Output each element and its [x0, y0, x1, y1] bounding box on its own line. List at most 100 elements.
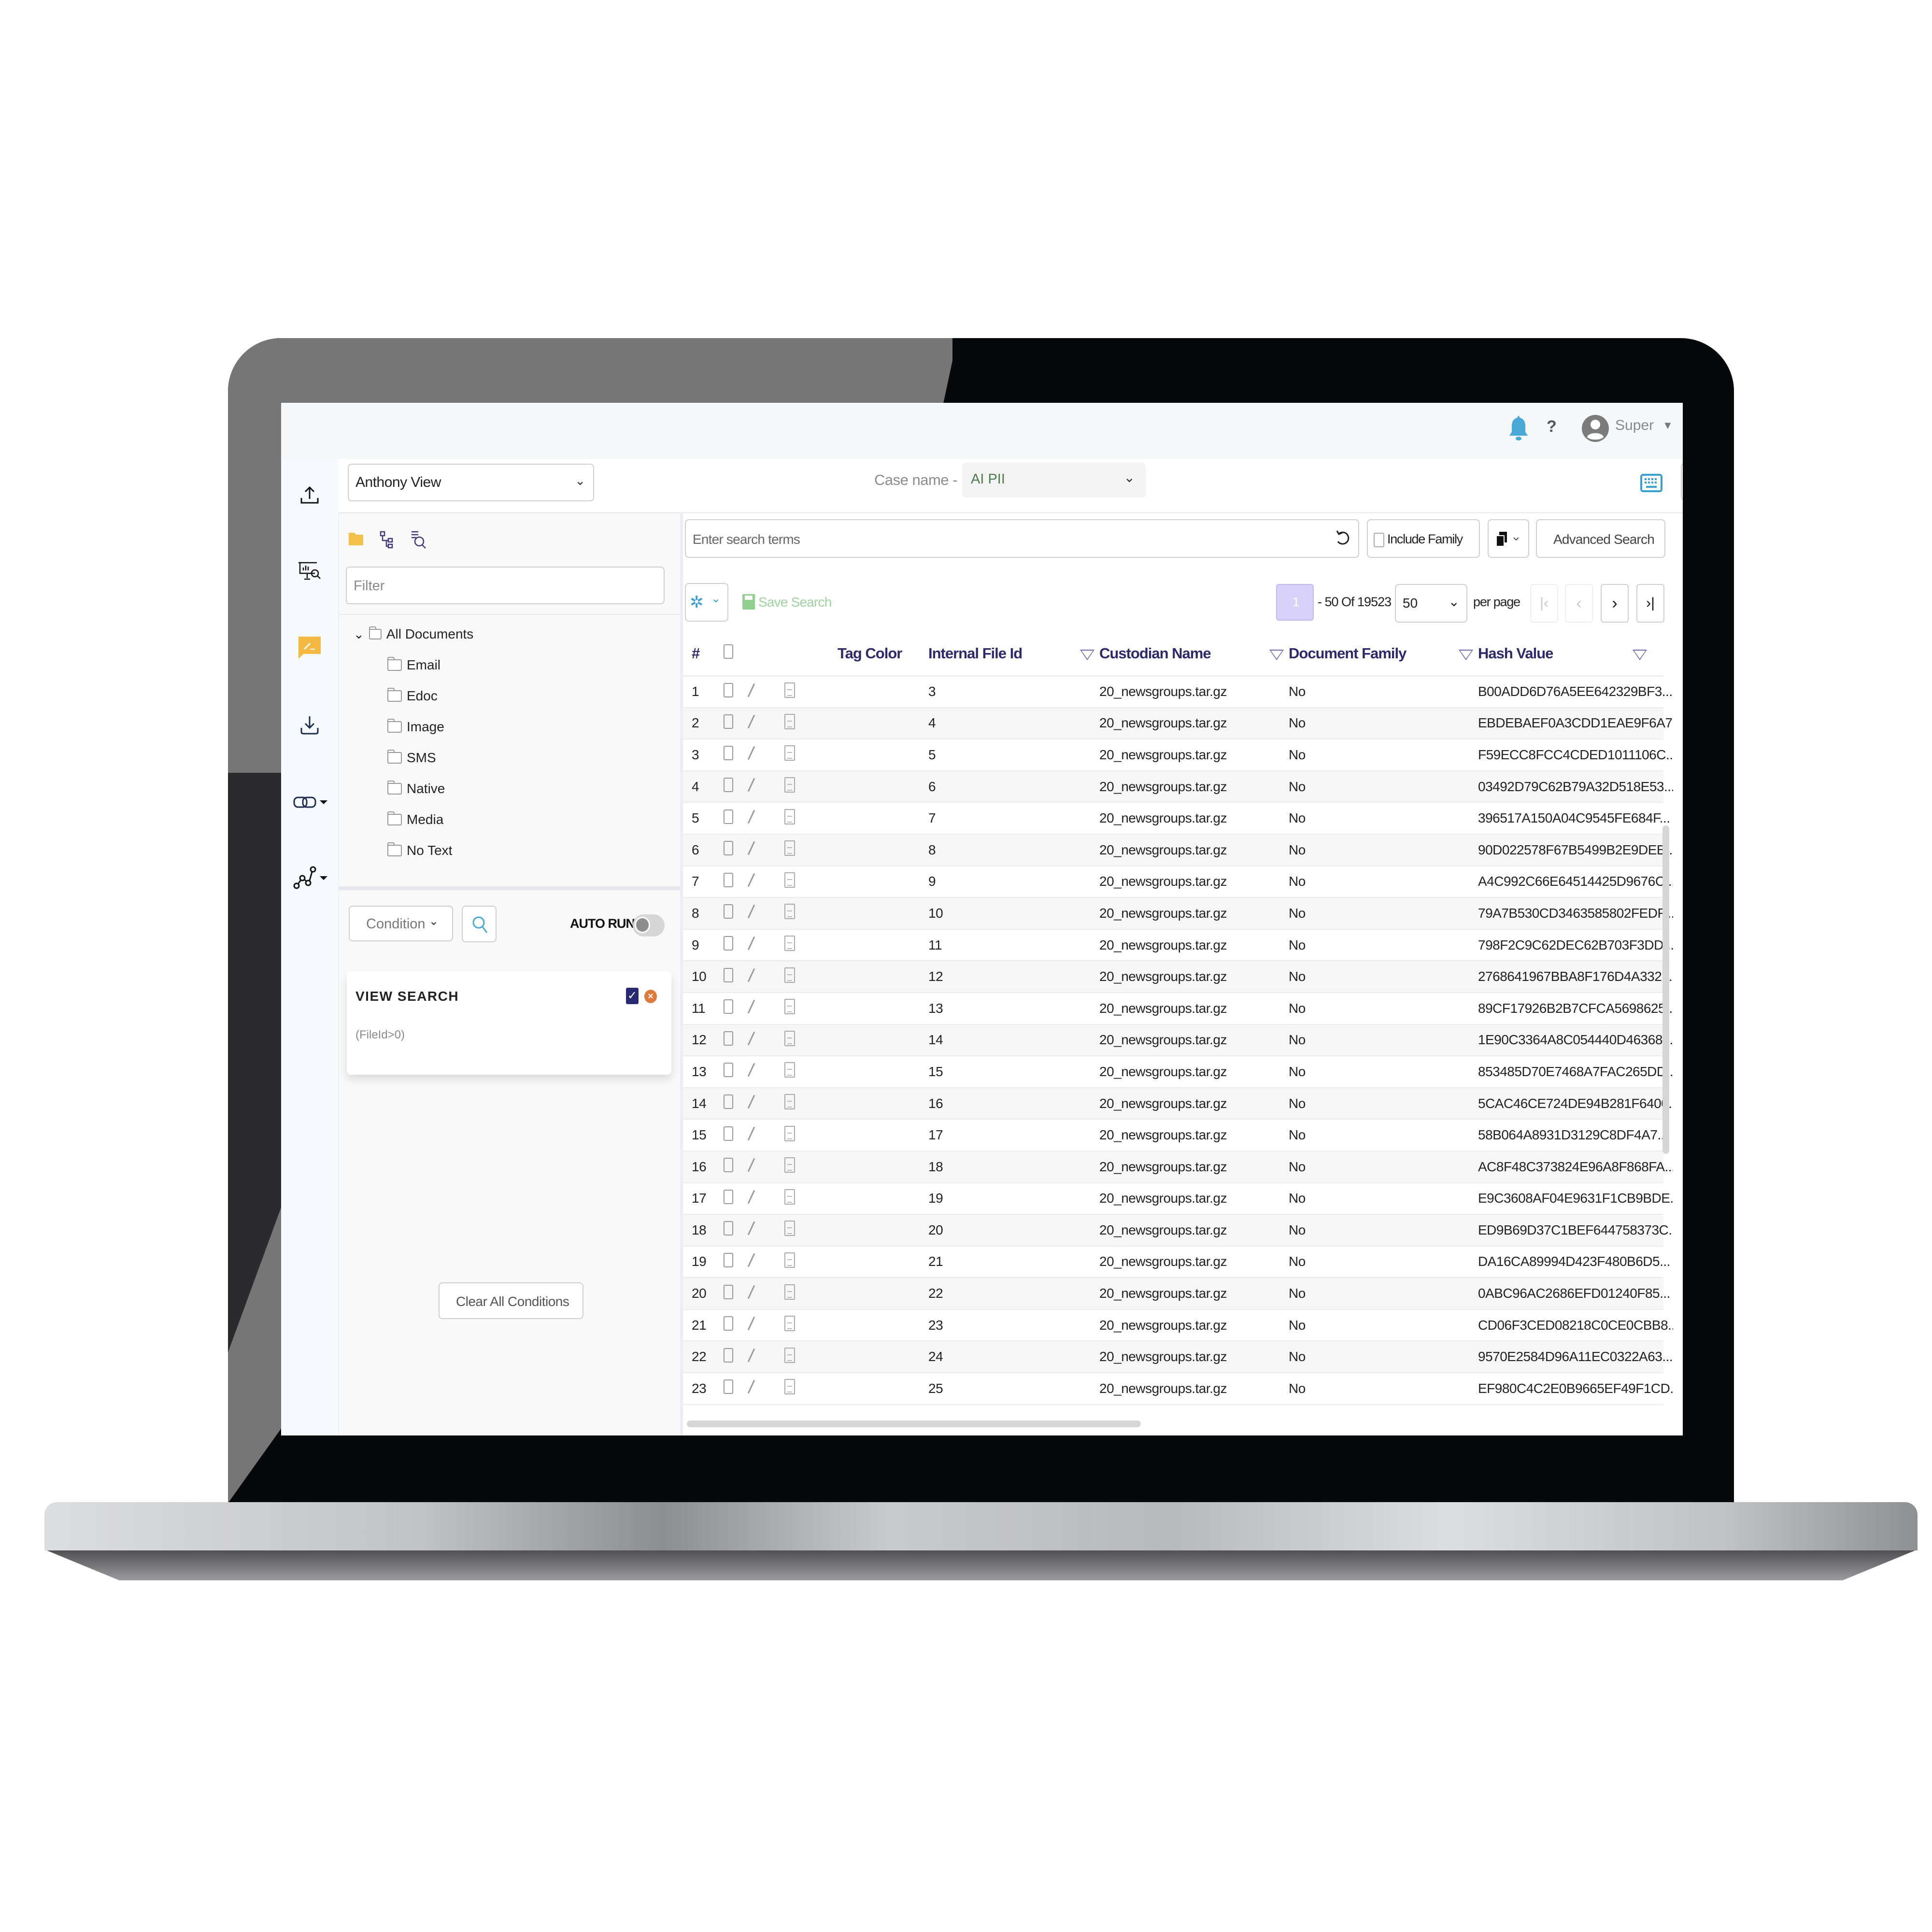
case-select[interactable]: AI PII ⌄	[962, 463, 1146, 497]
edit-icon[interactable]	[747, 708, 784, 739]
row-checkbox[interactable]	[724, 1309, 751, 1341]
table-row[interactable]: 7 9 20_newsgroups.tar.gz No A4C992C66E645144…	[683, 866, 1673, 898]
document-icon[interactable]	[784, 739, 838, 771]
row-checkbox[interactable]	[724, 993, 751, 1024]
row-checkbox[interactable]	[724, 1278, 751, 1309]
edit-icon[interactable]	[747, 802, 784, 834]
bell-icon[interactable]	[1509, 414, 1528, 441]
document-icon[interactable]	[784, 897, 838, 929]
edit-icon[interactable]	[747, 961, 784, 993]
list-search-icon[interactable]	[411, 530, 428, 550]
document-icon[interactable]	[784, 708, 838, 739]
document-icon[interactable]	[784, 929, 838, 961]
table-row[interactable]: 6 8 20_newsgroups.tar.gz No 90D022578F67B549…	[683, 834, 1673, 866]
advanced-search-button[interactable]: Advanced Search	[1536, 519, 1665, 558]
edit-icon[interactable]	[747, 1151, 784, 1183]
document-icon[interactable]	[784, 1214, 838, 1246]
row-checkbox[interactable]	[724, 1183, 751, 1215]
edit-icon[interactable]	[747, 1119, 784, 1151]
document-icon[interactable]	[784, 961, 838, 993]
condition-dropdown[interactable]: Condition ⌄	[349, 906, 453, 941]
table-row[interactable]: 5 7 20_newsgroups.tar.gz No 396517A150A04C95…	[683, 802, 1670, 834]
current-page-input[interactable]: 1	[1276, 584, 1314, 621]
document-icon[interactable]	[784, 1024, 838, 1056]
row-checkbox[interactable]	[724, 834, 751, 866]
table-row[interactable]: 15 17 20_newsgroups.tar.gz No 58B064A8931D31…	[683, 1119, 1668, 1151]
vertical-scrollbar[interactable]	[1662, 825, 1669, 1154]
document-icon[interactable]	[784, 1341, 838, 1373]
table-row[interactable]: 10 12 20_newsgroups.tar.gz No 2768641967BBA8…	[683, 961, 1673, 993]
clear-all-conditions-button[interactable]: Clear All Conditions	[439, 1282, 583, 1319]
row-checkbox[interactable]	[724, 961, 751, 993]
document-icon[interactable]	[784, 1309, 838, 1341]
link-icon[interactable]	[293, 787, 331, 817]
table-row[interactable]: 12 14 20_newsgroups.tar.gz No 1E90C3364A8C05…	[683, 1024, 1673, 1056]
filter-icon[interactable]	[1080, 650, 1094, 660]
edit-icon[interactable]	[747, 1024, 784, 1056]
reset-icon[interactable]	[1334, 529, 1351, 548]
col-header-internal-file-id[interactable]: Internal File Id	[910, 632, 1099, 676]
row-checkbox[interactable]	[724, 1056, 751, 1088]
document-icon[interactable]	[784, 802, 838, 834]
view-search-checkbox[interactable]: ✓	[626, 988, 639, 1004]
edit-icon[interactable]	[747, 1246, 784, 1278]
table-row[interactable]: 2 4 20_newsgroups.tar.gz No EBDEBAEF0A3CDD1E…	[683, 707, 1673, 739]
table-row[interactable]: 1 3 20_newsgroups.tar.gz No B00ADD6D76A5EE64…	[683, 676, 1673, 708]
table-row[interactable]: 14 16 20_newsgroups.tar.gz No 5CAC46CE724DE9…	[683, 1087, 1673, 1120]
edit-icon[interactable]	[747, 993, 784, 1024]
remove-condition-icon[interactable]: ×	[644, 990, 657, 1003]
presentation-search-icon[interactable]	[295, 555, 325, 585]
settings-dropdown-button[interactable]: ✲ ⌄	[685, 583, 728, 622]
table-row[interactable]: 9 11 20_newsgroups.tar.gz No 798F2C9C62DEC62…	[683, 929, 1673, 961]
document-icon[interactable]	[784, 834, 838, 866]
panel-splitter[interactable]	[339, 886, 680, 890]
edit-icon[interactable]	[747, 866, 784, 898]
table-row[interactable]: 23 25 20_newsgroups.tar.gz No EF980C4C2E0B96…	[683, 1373, 1673, 1405]
table-row[interactable]: 4 6 20_newsgroups.tar.gz No 03492D79C62B79A3…	[683, 770, 1673, 803]
condition-search-button[interactable]	[462, 906, 497, 942]
document-icon[interactable]	[784, 1246, 838, 1278]
document-icon[interactable]	[784, 1088, 838, 1120]
save-search-button[interactable]: Save Search	[742, 593, 838, 612]
table-row[interactable]: 22 24 20_newsgroups.tar.gz No 9570E2584D96A1…	[683, 1341, 1673, 1373]
row-checkbox[interactable]	[724, 676, 751, 708]
tree-structure-icon[interactable]	[380, 531, 394, 549]
table-row[interactable]: 11 13 20_newsgroups.tar.gz No 89CF17926B2B7C…	[683, 993, 1673, 1024]
col-header-custodian-name[interactable]: Custodian Name	[1099, 632, 1289, 676]
row-checkbox[interactable]	[724, 771, 751, 803]
keyboard-icon[interactable]	[1640, 473, 1662, 493]
table-row[interactable]: 17 19 20_newsgroups.tar.gz No E9C3608AF04E96…	[683, 1183, 1673, 1215]
table-row[interactable]: 13 15 20_newsgroups.tar.gz No 853485D70E7468…	[683, 1056, 1673, 1088]
row-checkbox[interactable]	[724, 897, 751, 929]
document-icon[interactable]	[784, 1119, 838, 1151]
filter-icon[interactable]	[1269, 650, 1284, 660]
edit-icon[interactable]	[747, 1309, 784, 1341]
edit-icon[interactable]	[747, 929, 784, 961]
download-icon[interactable]	[295, 710, 325, 740]
document-icon[interactable]	[784, 866, 838, 898]
auto-run-toggle[interactable]	[633, 914, 665, 937]
tree-item-email[interactable]: Email	[387, 655, 440, 675]
horizontal-scrollbar[interactable]	[687, 1421, 1141, 1427]
per-page-select[interactable]: 50 ⌄	[1395, 584, 1467, 623]
filter-icon[interactable]	[1633, 650, 1647, 660]
tree-root-all-documents[interactable]: ⌄ All Documents	[354, 625, 473, 644]
tree-item-sms[interactable]: SMS	[387, 748, 436, 767]
last-page-button[interactable]: ›|	[1636, 584, 1664, 623]
user-name[interactable]: Super	[1615, 417, 1654, 434]
copy-dropdown-button[interactable]	[1488, 519, 1529, 558]
filter-input[interactable]: Filter	[346, 567, 665, 604]
first-page-button[interactable]: |‹	[1530, 584, 1558, 623]
search-input[interactable]: Enter search terms	[685, 519, 1359, 558]
row-checkbox[interactable]	[724, 929, 751, 961]
table-row[interactable]: 20 22 20_newsgroups.tar.gz No 0ABC96AC2686EF…	[683, 1278, 1670, 1309]
row-checkbox[interactable]	[724, 708, 751, 739]
edit-icon[interactable]	[747, 1088, 784, 1120]
table-row[interactable]: 8 10 20_newsgroups.tar.gz No 79A7B530CD34635…	[683, 897, 1673, 929]
select-all-checkbox[interactable]	[724, 632, 751, 676]
view-select[interactable]: Anthony View ⌄	[348, 464, 594, 501]
document-icon[interactable]	[784, 771, 838, 803]
edit-icon[interactable]	[747, 1373, 784, 1405]
row-checkbox[interactable]	[724, 1246, 751, 1278]
table-row[interactable]: 16 18 20_newsgroups.tar.gz No AC8F48C373824E…	[683, 1151, 1673, 1183]
